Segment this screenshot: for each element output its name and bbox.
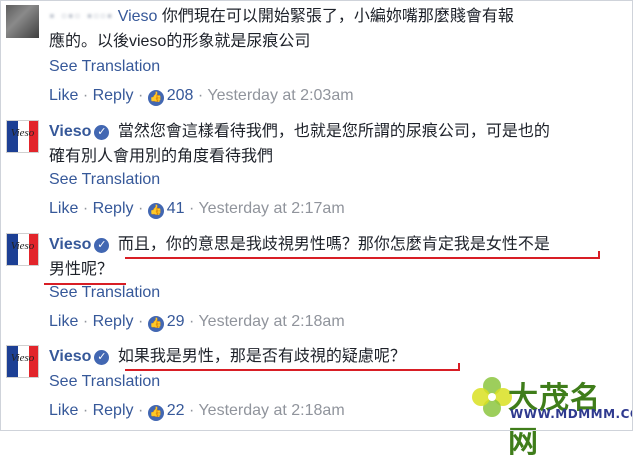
comment-text-line-2: 確有別人會用別的角度看待我們 — [49, 148, 274, 165]
highlight-underline-hook — [598, 251, 600, 258]
timestamp[interactable]: Yesterday at 2:03am — [207, 87, 353, 104]
see-translation-link[interactable]: See Translation — [49, 169, 160, 191]
comment-actions: Like · Reply · 👍 22 · Yesterday at 2:18am — [49, 400, 345, 422]
comment-body: 如果我是男性，那是否有歧視的疑慮呢？ — [117, 348, 406, 365]
thumbs-up-icon: 👍 — [147, 90, 164, 106]
like-button[interactable]: Like — [49, 87, 78, 104]
separator: · — [137, 313, 148, 330]
reaction-count[interactable]: 👍 41 — [147, 200, 185, 219]
separator: · — [197, 87, 208, 104]
vieso-avatar[interactable]: Vieso — [6, 233, 39, 266]
vieso-avatar[interactable]: Vieso — [6, 120, 39, 153]
comment-author[interactable]: Vieso — [49, 123, 91, 140]
thumbs-up-icon: 👍 — [147, 316, 164, 332]
vieso-logo: Vieso — [10, 127, 35, 139]
reaction-number: 208 — [166, 87, 194, 104]
comment-actions: Like · Reply · 👍 41 · Yesterday at 2:17am — [49, 198, 345, 220]
timestamp[interactable]: Yesterday at 2:17am — [198, 200, 344, 217]
reaction-number: 29 — [166, 313, 185, 330]
thumbs-up-icon: 👍 — [147, 203, 164, 219]
highlight-underline — [125, 369, 460, 371]
reaction-count[interactable]: 👍 208 — [147, 87, 194, 106]
reply-button[interactable]: Reply — [93, 200, 134, 217]
like-button[interactable]: Like — [49, 200, 78, 217]
comment-text-line-2: 男性呢？ — [49, 261, 114, 278]
reply-button[interactable]: Reply — [93, 87, 134, 104]
thumbs-up-icon: 👍 — [147, 405, 164, 421]
separator: · — [82, 200, 93, 217]
vieso-logo: Vieso — [10, 352, 35, 364]
comment-body: 你們現在可以開始緊張了，小編妳嘴那麼賤會有報 — [161, 8, 514, 25]
reply-button[interactable]: Reply — [93, 313, 134, 330]
reaction-count[interactable]: 👍 29 — [147, 313, 185, 332]
reaction-number: 41 — [166, 200, 185, 217]
highlight-underline — [44, 283, 126, 285]
see-translation-link[interactable]: See Translation — [49, 371, 160, 393]
see-translation-link[interactable]: See Translation — [49, 282, 160, 304]
comment-text-line: ▪ ▫▪▫ ▪▫▫▪ Vieso 你們現在可以開始緊張了，小編妳嘴那麼賤會有報 — [49, 6, 514, 28]
like-button[interactable]: Like — [49, 402, 78, 419]
comment-author[interactable]: Vieso — [118, 8, 158, 25]
comment-actions: Like · Reply · 👍 29 · Yesterday at 2:18am — [49, 311, 345, 333]
like-button[interactable]: Like — [49, 313, 78, 330]
comment-actions: Like · Reply · 👍 208 · Yesterday at 2:03a… — [49, 85, 354, 107]
comment-text-line-2: 應的。以後vieso的形象就是尿痕公司 — [49, 33, 311, 50]
comment-author[interactable]: Vieso — [49, 236, 91, 253]
comment-body: 而且，你的意思是我歧視男性嗎？那你怎麼肯定我是女性不是 — [117, 236, 550, 253]
separator: · — [82, 313, 93, 330]
comment-text-line: Vieso ✓ 當然您會這樣看待我們，也就是您所謂的尿痕公司，可是也的 — [49, 121, 550, 143]
watermark-url: WWW.MDMMM.COM — [510, 407, 633, 421]
separator: · — [82, 402, 93, 419]
timestamp[interactable]: Yesterday at 2:18am — [198, 402, 344, 419]
vieso-logo: Vieso — [10, 240, 35, 252]
separator: · — [82, 87, 93, 104]
reply-button[interactable]: Reply — [93, 402, 134, 419]
timestamp[interactable]: Yesterday at 2:18am — [198, 313, 344, 330]
site-watermark: 大茂名网 WWW.MDMMM.COM — [460, 375, 633, 460]
highlight-underline — [125, 257, 600, 259]
separator: · — [137, 402, 148, 419]
comment-text-line: Vieso ✓ 如果我是男性，那是否有歧視的疑慮呢？ — [49, 346, 406, 368]
comment-body: 當然您會這樣看待我們，也就是您所謂的尿痕公司，可是也的 — [117, 123, 550, 140]
separator: · — [137, 200, 148, 217]
separator: · — [137, 87, 148, 104]
vieso-avatar[interactable]: Vieso — [6, 345, 39, 378]
reaction-count[interactable]: 👍 22 — [147, 402, 185, 421]
redacted-commenter-name[interactable]: ▪ ▫▪▫ ▪▫▫▪ — [49, 6, 113, 28]
commenter-avatar[interactable] — [6, 5, 39, 38]
comment-author[interactable]: Vieso — [49, 348, 91, 365]
comment-text-line: Vieso ✓ 而且，你的意思是我歧視男性嗎？那你怎麼肯定我是女性不是 — [49, 234, 550, 256]
verified-badge-icon: ✓ — [94, 125, 110, 140]
verified-badge-icon: ✓ — [94, 350, 110, 365]
verified-badge-icon: ✓ — [94, 238, 110, 253]
reaction-number: 22 — [166, 402, 185, 419]
see-translation-link[interactable]: See Translation — [49, 56, 160, 78]
highlight-underline-hook — [458, 363, 460, 370]
